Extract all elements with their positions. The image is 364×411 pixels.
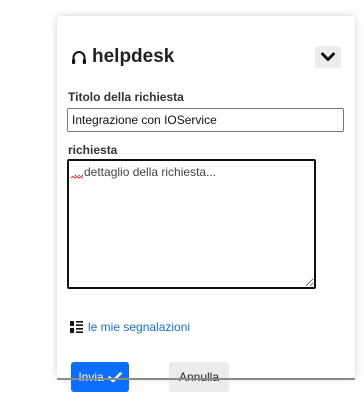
request-label: richiesta: [68, 143, 118, 157]
title-input[interactable]: [67, 108, 344, 132]
helpdesk-panel: helpdesk Titolo della richiesta richiest…: [57, 16, 355, 392]
collapse-toggle-button[interactable]: [315, 46, 341, 68]
page: helpdesk Titolo della richiesta richiest…: [0, 0, 364, 411]
panel-title: helpdesk: [92, 46, 175, 67]
headset-icon: [72, 51, 86, 64]
my-reports-row: le mie segnalazioni: [70, 320, 190, 334]
request-textarea[interactable]: [67, 159, 316, 289]
list-icon: [70, 321, 83, 333]
title-label: Titolo della richiesta: [68, 90, 184, 104]
send-label: Invia: [78, 370, 104, 384]
chevron-down-icon: [321, 52, 335, 61]
check-icon: [107, 371, 122, 382]
panel-header: helpdesk: [71, 44, 174, 70]
panel-bottom-border: [57, 378, 355, 380]
my-reports-link[interactable]: le mie segnalazioni: [88, 320, 190, 334]
cancel-button[interactable]: Annulla: [169, 362, 229, 392]
send-button[interactable]: Invia: [71, 362, 129, 392]
